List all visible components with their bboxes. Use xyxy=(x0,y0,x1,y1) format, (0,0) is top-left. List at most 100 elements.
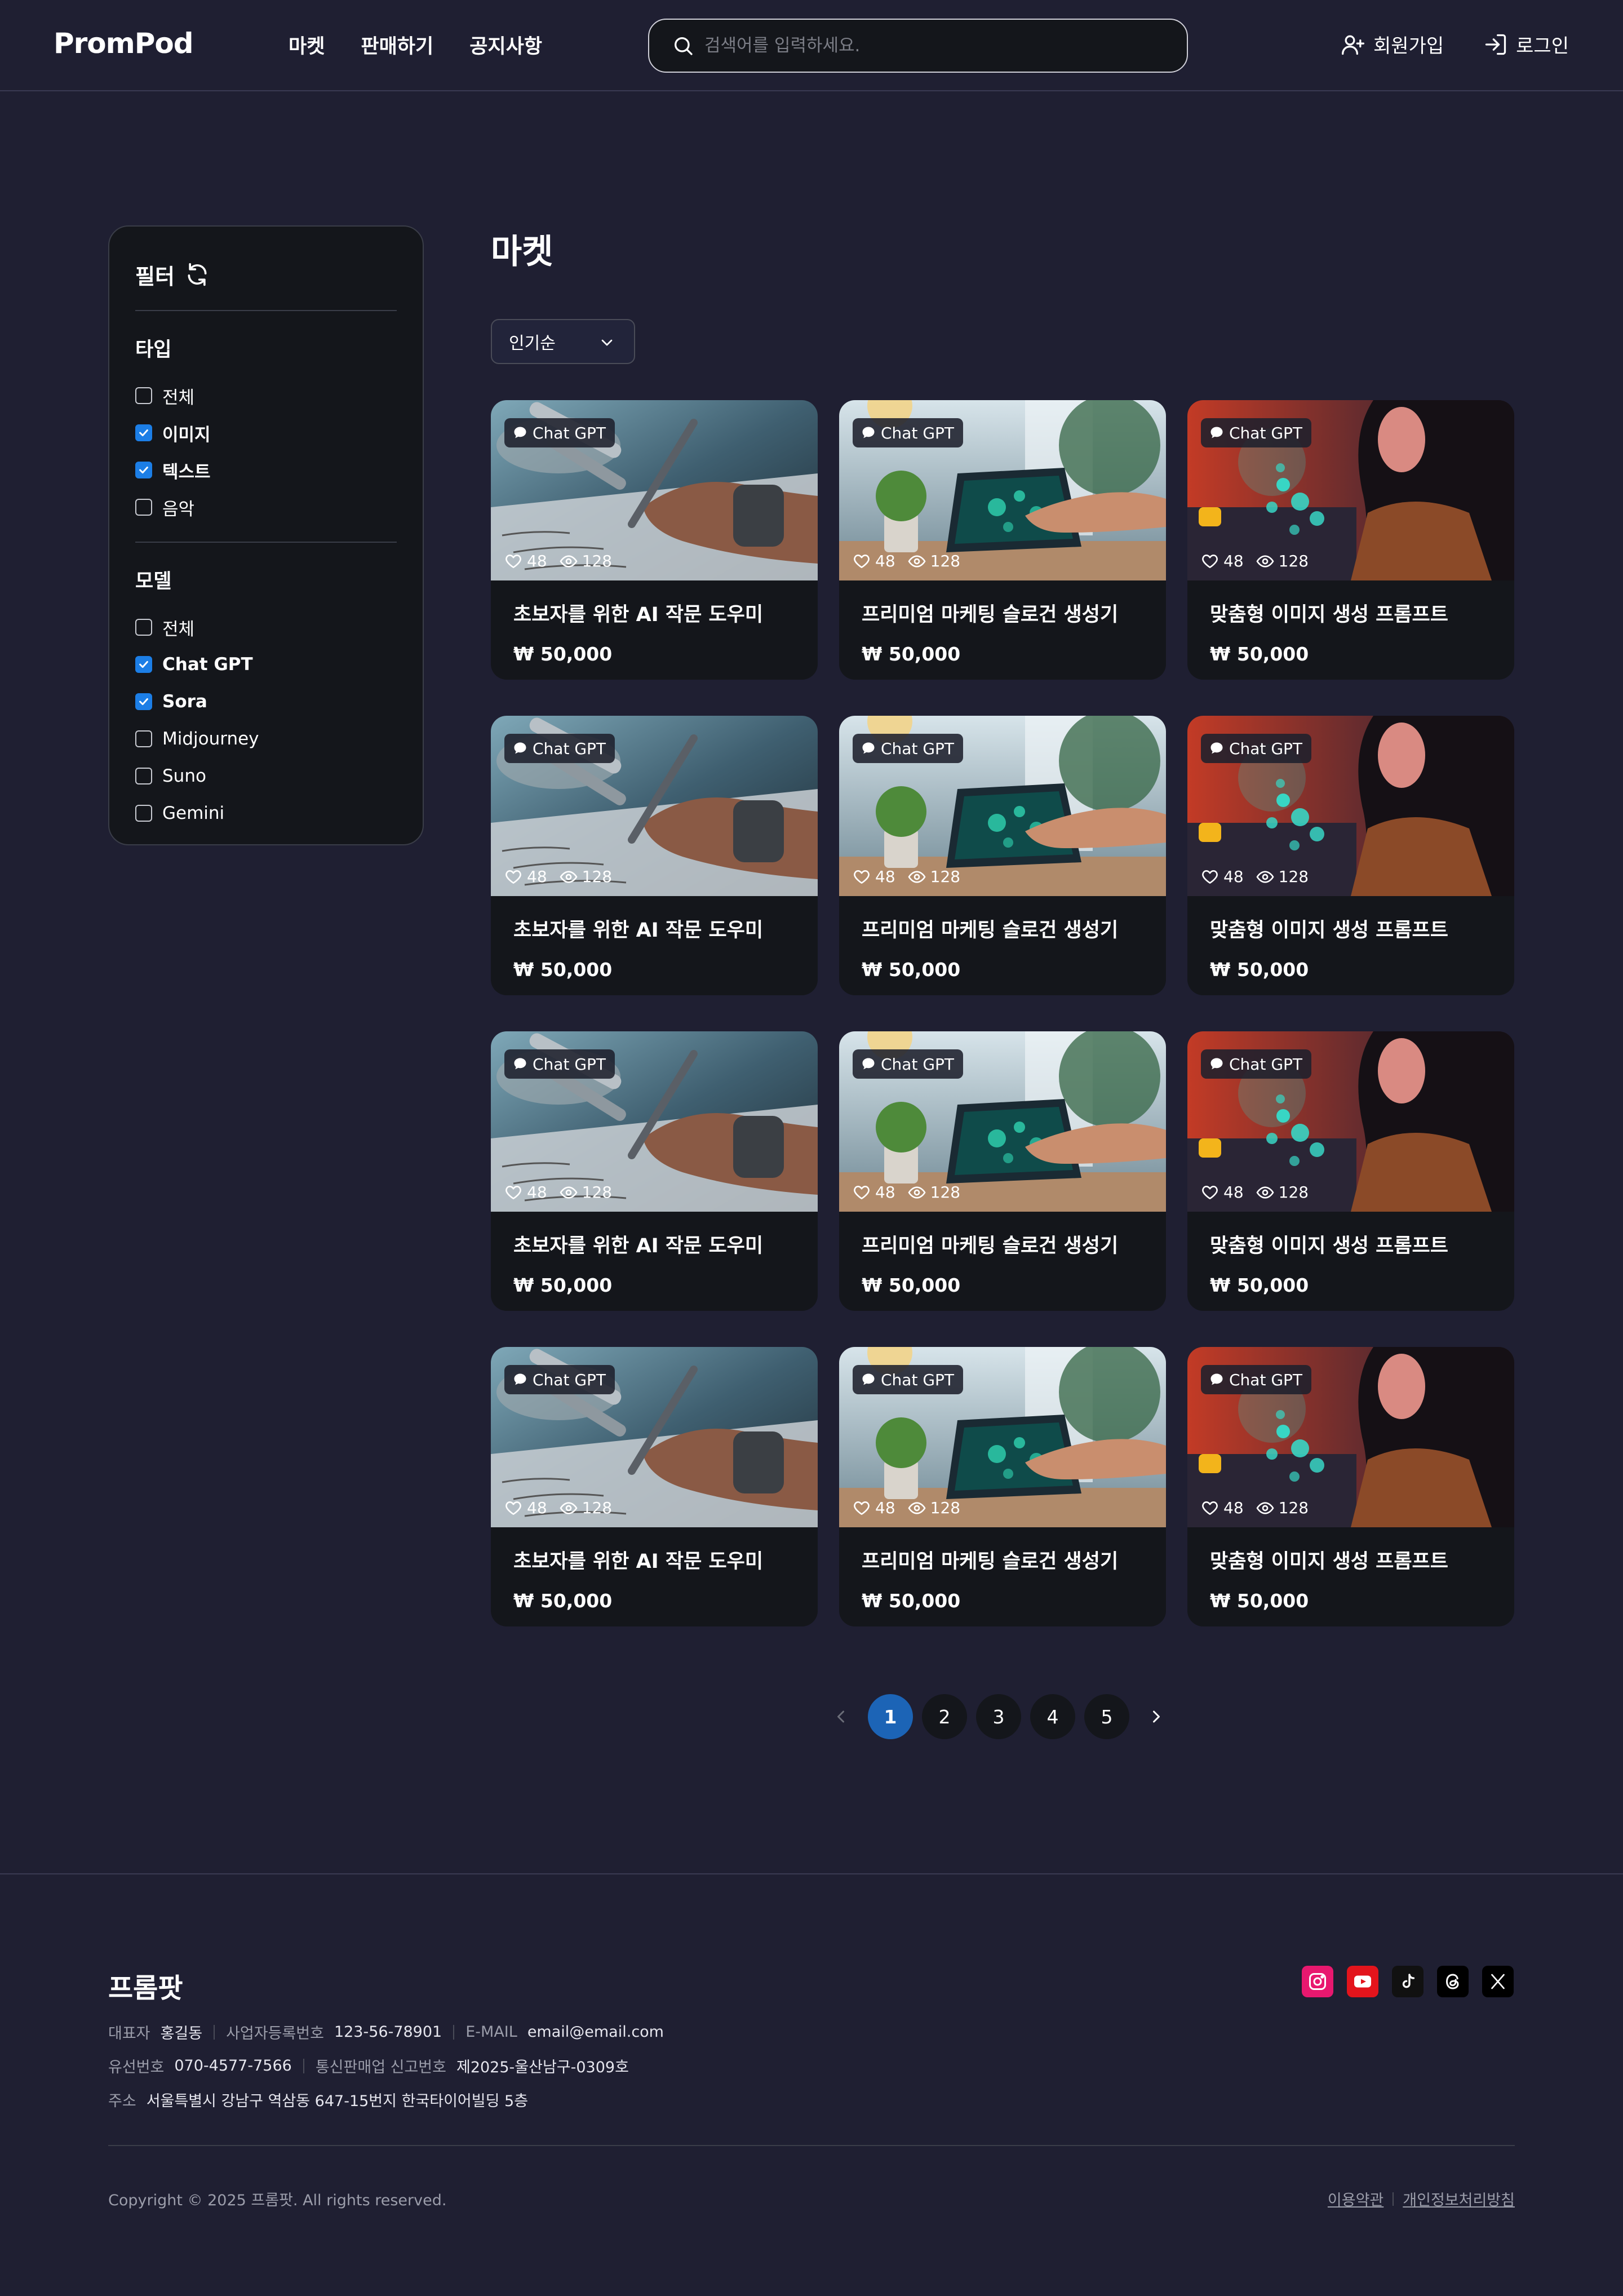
product-thumbnail[interactable]: Chat GPT 48 128 xyxy=(491,1347,818,1527)
x-link[interactable] xyxy=(1482,1966,1514,1997)
login-button[interactable]: 로그인 xyxy=(1483,30,1569,58)
bizno-label: 사업자등록번호 xyxy=(226,2025,324,2042)
product-card[interactable]: Chat GPT 48 128 프리미엄 마케팅 슬로건 생성기 ₩ 50,000 xyxy=(839,400,1166,680)
nav-item-notice[interactable]: 공지사항 xyxy=(469,30,542,59)
product-title[interactable]: 프리미엄 마케팅 슬로건 생성기 xyxy=(862,599,1143,627)
product-card[interactable]: Chat GPT 48 128 초보자를 위한 AI 작문 도우미 ₩ 50,000 xyxy=(491,400,818,680)
terms-link[interactable]: 이용약관 xyxy=(1328,2188,1383,2210)
product-title[interactable]: 맞춤형 이미지 생성 프롬프트 xyxy=(1210,1545,1492,1574)
product-thumbnail[interactable]: Chat GPT 48 128 xyxy=(491,716,818,896)
product-thumbnail[interactable]: Chat GPT 48 128 xyxy=(1187,1031,1514,1212)
product-card[interactable]: Chat GPT 48 128 초보자를 위한 AI 작문 도우미 ₩ 50,000 xyxy=(491,716,818,995)
chat-bubble-icon xyxy=(1210,742,1223,754)
chat-bubble-icon xyxy=(514,742,526,754)
model-badge-label: Chat GPT xyxy=(1229,423,1303,442)
model-options: 전체 Chat GPT Sora Midjourney Suno Gemini xyxy=(135,609,397,832)
prev-page-button[interactable] xyxy=(823,1694,859,1739)
product-grid: Chat GPT 48 128 초보자를 위한 AI 작문 도우미 ₩ 50,000 Ch… xyxy=(491,400,1514,1626)
model-badge: Chat GPT xyxy=(1201,1365,1312,1394)
type-option[interactable]: 이미지 xyxy=(135,414,397,451)
threads-link[interactable] xyxy=(1437,1966,1469,1997)
next-page-button[interactable] xyxy=(1138,1694,1174,1739)
product-card[interactable]: Chat GPT 48 128 프리미엄 마케팅 슬로건 생성기 ₩ 50,000 xyxy=(839,1031,1166,1311)
type-option[interactable]: 음악 xyxy=(135,489,397,526)
model-option[interactable]: Chat GPT xyxy=(135,646,397,683)
user-plus-icon xyxy=(1342,35,1365,55)
checkbox[interactable] xyxy=(135,499,152,516)
product-card[interactable]: Chat GPT 48 128 초보자를 위한 AI 작문 도우미 ₩ 50,000 xyxy=(491,1031,818,1311)
product-card[interactable]: Chat GPT 48 128 맞춤형 이미지 생성 프롬프트 ₩ 50,000 xyxy=(1187,716,1514,995)
checkbox[interactable] xyxy=(135,424,152,441)
chat-bubble-icon xyxy=(862,742,875,754)
product-card[interactable]: Chat GPT 48 128 맞춤형 이미지 생성 프롬프트 ₩ 50,000 xyxy=(1187,1031,1514,1311)
type-option-label: 이미지 xyxy=(162,424,211,445)
checkbox[interactable] xyxy=(135,730,152,747)
product-thumbnail[interactable]: Chat GPT 48 128 xyxy=(839,716,1166,896)
product-card[interactable]: Chat GPT 48 128 프리미엄 마케팅 슬로건 생성기 ₩ 50,000 xyxy=(839,716,1166,995)
model-option[interactable]: 전체 xyxy=(135,609,397,646)
product-title[interactable]: 프리미엄 마케팅 슬로건 생성기 xyxy=(862,1230,1143,1258)
checkbox[interactable] xyxy=(135,462,152,478)
model-option[interactable]: Sora xyxy=(135,683,397,720)
product-card[interactable]: Chat GPT 48 128 프리미엄 마케팅 슬로건 생성기 ₩ 50,000 xyxy=(839,1347,1166,1626)
like-count: 48 xyxy=(1201,867,1244,886)
product-thumbnail[interactable]: Chat GPT 48 128 xyxy=(1187,400,1514,580)
page-button[interactable]: 3 xyxy=(976,1694,1021,1739)
model-option-label: Midjourney xyxy=(162,729,259,749)
checkbox[interactable] xyxy=(135,656,152,673)
product-card[interactable]: Chat GPT 48 128 초보자를 위한 AI 작문 도우미 ₩ 50,000 xyxy=(491,1347,818,1626)
product-title[interactable]: 초보자를 위한 AI 작문 도우미 xyxy=(513,914,795,943)
product-title[interactable]: 프리미엄 마케팅 슬로건 생성기 xyxy=(862,914,1143,943)
product-title[interactable]: 맞춤형 이미지 생성 프롬프트 xyxy=(1210,914,1492,943)
instagram-link[interactable] xyxy=(1302,1966,1333,1997)
refresh-icon[interactable] xyxy=(185,262,210,287)
checkbox[interactable] xyxy=(135,387,152,404)
product-title[interactable]: 초보자를 위한 AI 작문 도우미 xyxy=(513,1230,795,1258)
product-thumbnail[interactable]: Chat GPT 48 128 xyxy=(1187,716,1514,896)
youtube-link[interactable] xyxy=(1347,1966,1378,1997)
type-option[interactable]: 전체 xyxy=(135,377,397,414)
product-thumbnail[interactable]: Chat GPT 48 128 xyxy=(839,1347,1166,1527)
checkbox[interactable] xyxy=(135,619,152,636)
product-title[interactable]: 초보자를 위한 AI 작문 도우미 xyxy=(513,599,795,627)
view-count-value: 128 xyxy=(1278,867,1309,886)
product-title[interactable]: 프리미엄 마케팅 슬로건 생성기 xyxy=(862,1545,1143,1574)
product-title[interactable]: 맞춤형 이미지 생성 프롬프트 xyxy=(1210,599,1492,627)
view-count-value: 128 xyxy=(930,1499,961,1517)
checkbox[interactable] xyxy=(135,805,152,822)
separator xyxy=(303,2058,304,2073)
view-count: 128 xyxy=(1256,1499,1309,1517)
privacy-link[interactable]: 개인정보처리방침 xyxy=(1403,2188,1515,2210)
product-title[interactable]: 초보자를 위한 AI 작문 도우미 xyxy=(513,1545,795,1574)
product-thumbnail[interactable]: Chat GPT 48 128 xyxy=(1187,1347,1514,1527)
product-card[interactable]: Chat GPT 48 128 맞춤형 이미지 생성 프롬프트 ₩ 50,000 xyxy=(1187,1347,1514,1626)
page-button[interactable]: 1 xyxy=(868,1694,913,1739)
search-input[interactable] xyxy=(704,36,1167,56)
chat-bubble-icon xyxy=(1210,1373,1223,1385)
signup-button[interactable]: 회원가입 xyxy=(1341,30,1444,58)
model-option[interactable]: Midjourney xyxy=(135,720,397,757)
sort-select[interactable]: 인기순 xyxy=(491,319,635,364)
page-button[interactable]: 5 xyxy=(1084,1694,1129,1739)
model-option[interactable]: Gemini xyxy=(135,795,397,832)
model-option-label: Suno xyxy=(162,766,206,786)
nav-item-market[interactable]: 마켓 xyxy=(289,30,325,59)
checkbox[interactable] xyxy=(135,693,152,710)
product-thumbnail[interactable]: Chat GPT 48 128 xyxy=(839,1031,1166,1212)
type-option-label: 전체 xyxy=(162,387,195,408)
model-option[interactable]: Suno xyxy=(135,757,397,795)
page-button[interactable]: 4 xyxy=(1030,1694,1075,1739)
product-thumbnail[interactable]: Chat GPT 48 128 xyxy=(491,400,818,580)
filter-title: 필터 xyxy=(135,260,397,289)
logo[interactable]: PromPod xyxy=(54,27,194,60)
type-option[interactable]: 텍스트 xyxy=(135,451,397,489)
product-thumbnail[interactable]: Chat GPT 48 128 xyxy=(839,400,1166,580)
product-thumbnail[interactable]: Chat GPT 48 128 xyxy=(491,1031,818,1212)
tiktok-link[interactable] xyxy=(1392,1966,1424,1997)
product-title[interactable]: 맞춤형 이미지 생성 프롬프트 xyxy=(1210,1230,1492,1258)
eye-icon xyxy=(560,1186,578,1199)
nav-item-sell[interactable]: 판매하기 xyxy=(361,30,433,59)
product-card[interactable]: Chat GPT 48 128 맞춤형 이미지 생성 프롬프트 ₩ 50,000 xyxy=(1187,400,1514,680)
checkbox[interactable] xyxy=(135,768,152,784)
page-button[interactable]: 2 xyxy=(922,1694,967,1739)
